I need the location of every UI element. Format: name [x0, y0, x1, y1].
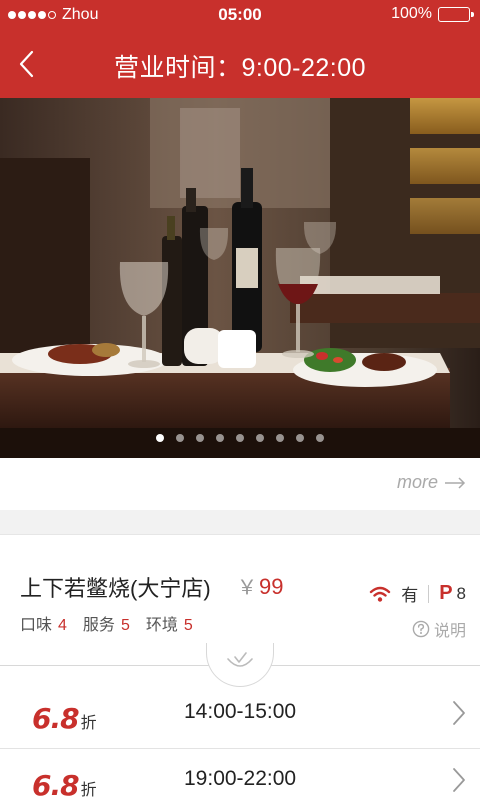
carousel-dot[interactable]	[196, 434, 204, 442]
carousel-dot[interactable]	[316, 434, 324, 442]
amenities: 有 P 8	[369, 581, 466, 606]
price-value: 99	[259, 574, 284, 599]
ratings: 口味 4 服务 5 环境 5	[20, 611, 193, 635]
explain-label: 说明	[433, 623, 466, 640]
more-row: more	[0, 458, 480, 510]
restaurant-photo-carousel[interactable]	[0, 98, 480, 458]
carousel-dot[interactable]	[176, 434, 184, 442]
chevron-right-icon	[453, 701, 465, 725]
wifi-icon	[369, 586, 391, 602]
arrow-right-icon	[445, 476, 466, 489]
divider-badge	[206, 643, 274, 687]
deal-discount-unit: 折	[80, 782, 97, 799]
deal-row[interactable]: 6.8 折 19:00-22:00	[0, 748, 480, 800]
carousel-dot[interactable]	[156, 434, 164, 442]
explain-link[interactable]: 说明	[412, 617, 466, 641]
more-label: more	[396, 472, 438, 492]
restaurant-photo	[0, 98, 480, 458]
deal-row[interactable]: 6.8 折 14:00-15:00	[0, 682, 480, 748]
wifi-label: 有	[401, 586, 419, 605]
price-currency: ￥	[237, 577, 257, 599]
deal-discount: 6.8 折	[32, 702, 97, 735]
status-bar: Zhou 05:00 100%	[0, 0, 480, 32]
parking-icon: P	[439, 582, 453, 604]
carousel-dot[interactable]	[236, 434, 244, 442]
carousel-dot[interactable]	[256, 434, 264, 442]
shop-name: 上下若鳖烧(大宁店)	[20, 576, 211, 601]
more-link[interactable]: more	[397, 472, 466, 493]
deal-time: 14:00-15:00	[184, 700, 297, 723]
amenity-separator	[428, 584, 430, 603]
carousel-dot[interactable]	[216, 434, 224, 442]
rating-environment: 环境 5	[145, 617, 193, 634]
deal-discount-unit: 折	[80, 715, 97, 732]
deal-time: 19:00-22:00	[184, 767, 297, 790]
page-title: 营业时间：9:00-22:00	[113, 54, 367, 82]
rating-service: 服务 5	[82, 617, 130, 634]
carousel-dot[interactable]	[296, 434, 304, 442]
carousel-dot[interactable]	[276, 434, 284, 442]
battery-group: 100%	[391, 5, 474, 23]
battery-percent: 100%	[391, 5, 432, 22]
help-circle-icon	[412, 620, 430, 638]
nav-bar: 营业时间：9:00-22:00	[0, 32, 480, 98]
rating-taste: 口味 4	[20, 617, 67, 634]
check-smile-icon	[227, 652, 253, 667]
restaurant-detail-screen: Zhou 05:00 100% 营业时间：9:00-22:00 more 上下若…	[0, 0, 480, 800]
chevron-right-icon	[453, 768, 465, 792]
deal-discount-value: 6.8	[32, 702, 80, 735]
carousel-pager	[0, 434, 480, 442]
battery-icon	[438, 6, 474, 22]
deal-discount-value: 6.8	[32, 769, 80, 800]
deal-discount: 6.8 折	[32, 769, 97, 800]
parking-count: 8	[456, 583, 466, 603]
shop-price: ￥99	[237, 571, 283, 600]
section-divider	[0, 643, 480, 689]
header: Zhou 05:00 100% 营业时间：9:00-22:00	[0, 0, 480, 98]
